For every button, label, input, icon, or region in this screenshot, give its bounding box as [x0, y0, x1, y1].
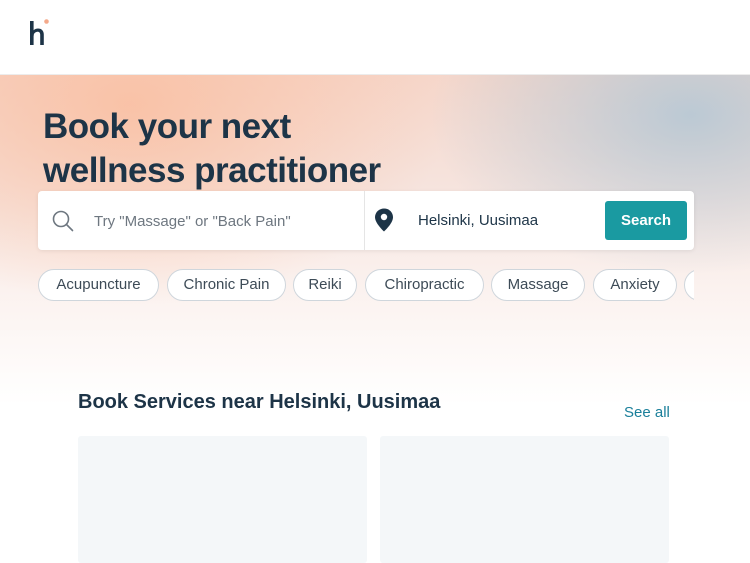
service-search-section [38, 191, 365, 250]
h-logo-icon[interactable] [28, 17, 52, 49]
chip-chiropractic[interactable]: Chiropractic [365, 269, 484, 301]
headline-line-2: wellness practitioner [43, 151, 381, 190]
service-card[interactable] [380, 436, 669, 563]
location-pin-icon [375, 208, 393, 232]
search-icon [52, 210, 74, 232]
search-button[interactable]: Search [605, 201, 687, 240]
services-section-title: Book Services near Helsinki, Uusimaa [78, 391, 441, 413]
service-card[interactable] [78, 436, 367, 563]
chip-anxiety[interactable]: Anxiety [593, 269, 677, 301]
chip-acupuncture[interactable]: Acupuncture [38, 269, 159, 301]
location-field[interactable]: Helsinki, Uusimaa [418, 212, 538, 229]
headline-line-1: Book your next [43, 107, 291, 146]
chip-partial[interactable] [684, 269, 694, 301]
category-chips: Acupuncture Chronic Pain Reiki Chiroprac… [38, 269, 694, 302]
top-bar [0, 0, 750, 75]
search-input[interactable] [94, 211, 354, 231]
chip-massage[interactable]: Massage [491, 269, 585, 301]
chip-reiki[interactable]: Reiki [293, 269, 357, 301]
search-bar: Helsinki, Uusimaa Search [38, 191, 694, 250]
see-all-link[interactable]: See all [624, 404, 670, 421]
hero-headline: Book your next wellness practitioner [43, 105, 463, 193]
chip-chronic-pain[interactable]: Chronic Pain [167, 269, 286, 301]
